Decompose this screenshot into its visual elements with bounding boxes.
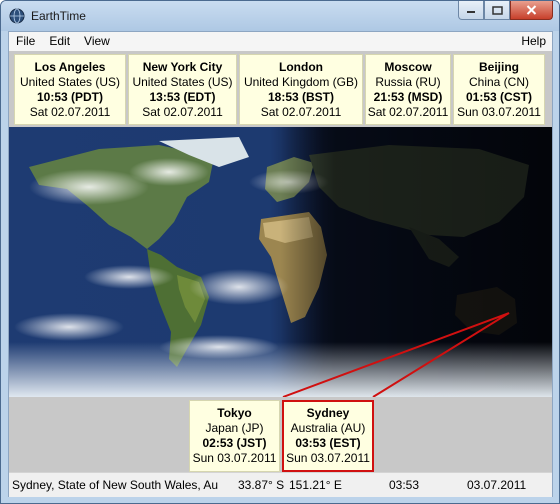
status-longitude: 151.21° E <box>289 478 342 492</box>
clock-city: Sydney <box>306 406 350 420</box>
clock-time: 01:53 (CST) <box>465 90 533 104</box>
window-title: EarthTime <box>31 9 86 23</box>
world-map[interactable] <box>9 127 552 397</box>
clock-date: Sun 03.07.2011 <box>192 451 277 465</box>
minimize-icon <box>467 11 475 13</box>
maximize-icon <box>491 5 503 15</box>
minimize-button[interactable] <box>458 1 484 20</box>
clock-country: Australia (AU) <box>290 421 366 435</box>
clock-time: 10:53 (PDT) <box>36 90 104 104</box>
clock-country: United States (US) <box>19 75 121 89</box>
status-time: 03:53 <box>389 478 420 492</box>
status-date: 03.07.2011 <box>467 478 527 492</box>
clock-card-moscow[interactable]: Moscow Russia (RU) 21:53 (MSD) Sat 02.07… <box>365 54 451 125</box>
clock-date: Sun 03.07.2011 <box>286 451 370 465</box>
clock-card-beijing[interactable]: Beijing China (CN) 01:53 (CST) Sun 03.07… <box>453 54 545 125</box>
clock-city: Tokyo <box>217 406 252 420</box>
clock-card-new-york[interactable]: New York City United States (US) 13:53 (… <box>128 54 237 125</box>
bottom-clock-bar: Tokyo Japan (JP) 02:53 (JST) Sun 03.07.2… <box>9 397 552 472</box>
menu-bar: File Edit View Help <box>9 32 552 51</box>
clock-card-london[interactable]: London United Kingdom (GB) 18:53 (BST) S… <box>239 54 363 125</box>
close-icon <box>526 5 537 15</box>
clock-country: United States (US) <box>132 75 233 89</box>
client-area: File Edit View Help Los Angeles United S… <box>8 31 553 497</box>
clock-country: Russia (RU) <box>375 75 441 89</box>
clock-time: 03:53 (EST) <box>295 436 361 450</box>
close-button[interactable] <box>510 1 553 20</box>
clock-city: Moscow <box>384 60 432 74</box>
clock-city: New York City <box>142 60 223 74</box>
clock-card-los-angeles[interactable]: Los Angeles United States (US) 10:53 (PD… <box>14 54 126 125</box>
clock-date: Sun 03.07.2011 <box>457 105 541 119</box>
status-location: Sydney, State of New South Wales, Au <box>12 478 219 492</box>
clock-date: Sat 02.07.2011 <box>260 105 342 119</box>
top-clock-bar: Los Angeles United States (US) 10:53 (PD… <box>9 51 552 127</box>
app-window: EarthTime File Edit View Help Los Angele… <box>0 0 560 504</box>
clock-date: Sat 02.07.2011 <box>367 105 449 119</box>
clock-card-sydney[interactable]: Sydney Australia (AU) 03:53 (EST) Sun 03… <box>282 400 374 472</box>
world-map-graphic <box>9 127 552 397</box>
menu-view[interactable]: View <box>77 32 117 51</box>
clock-time: 18:53 (BST) <box>267 90 335 104</box>
clock-time: 13:53 (EDT) <box>149 90 216 104</box>
clock-time: 02:53 (JST) <box>202 436 267 450</box>
clock-time: 21:53 (MSD) <box>373 90 443 104</box>
clock-country: Japan (JP) <box>205 421 264 435</box>
status-bar: Sydney, State of New South Wales, Au 33.… <box>9 472 552 497</box>
menu-file[interactable]: File <box>9 32 42 51</box>
clock-country: China (CN) <box>468 75 529 89</box>
clock-city: Los Angeles <box>34 60 106 74</box>
menu-edit[interactable]: Edit <box>42 32 77 51</box>
clock-city: London <box>279 60 323 74</box>
maximize-button[interactable] <box>484 1 510 20</box>
globe-icon <box>9 8 25 24</box>
menu-help[interactable]: Help <box>521 34 546 48</box>
clock-country: United Kingdom (GB) <box>243 75 359 89</box>
status-latitude: 33.87° S <box>238 478 285 492</box>
clock-date: Sat 02.07.2011 <box>142 105 223 119</box>
title-bar[interactable]: EarthTime <box>1 1 559 31</box>
clock-date: Sat 02.07.2011 <box>29 105 111 119</box>
clock-card-tokyo[interactable]: Tokyo Japan (JP) 02:53 (JST) Sun 03.07.2… <box>189 400 280 472</box>
clock-city: Beijing <box>478 60 519 74</box>
